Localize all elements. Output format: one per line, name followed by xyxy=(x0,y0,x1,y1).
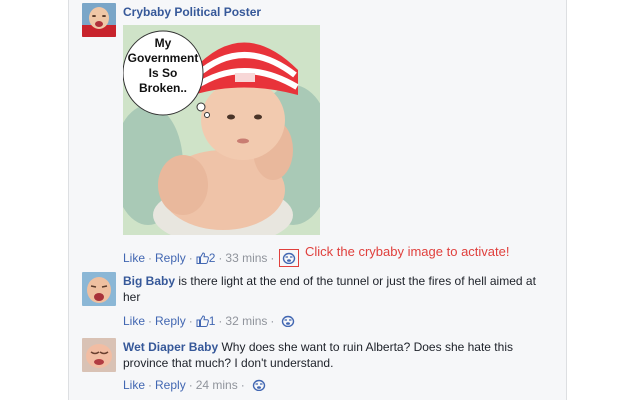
reply-link[interactable]: Reply xyxy=(155,314,186,328)
crybaby-button[interactable] xyxy=(279,313,297,329)
caption-line-4: Broken.. xyxy=(139,81,187,95)
comment-body: Big Baby is there light at the end of th… xyxy=(123,273,543,305)
page-background-right xyxy=(567,0,640,400)
reply-link[interactable]: Reply xyxy=(155,378,186,392)
separator-dot: · xyxy=(270,314,275,328)
crybaby-photo[interactable]: My Government Is So Broken.. xyxy=(123,25,320,235)
comment-text-line-2: province that much? I don't understand. xyxy=(123,356,334,370)
separator-dot: · xyxy=(148,378,153,392)
comment-text-line-2: her xyxy=(123,290,141,304)
crybaby-face-icon xyxy=(283,252,296,264)
post-actions: Like · Reply · 2 · 33 mins · xyxy=(123,249,300,267)
like-link[interactable]: Like xyxy=(123,251,145,265)
like-count[interactable]: 1 xyxy=(196,314,216,328)
separator-dot: · xyxy=(188,314,193,328)
comment-text-line-1: Why does she want to ruin Alberta? Does … xyxy=(221,340,513,354)
separator-dot: · xyxy=(148,314,153,328)
activation-hint: Click the crybaby image to activate! xyxy=(305,244,510,259)
page-background-left xyxy=(0,0,68,400)
crybaby-face-icon xyxy=(252,379,265,391)
like-link[interactable]: Like xyxy=(123,378,145,392)
separator-dot: · xyxy=(188,378,193,392)
like-count-value: 2 xyxy=(208,251,216,265)
comment-actions: Like · Reply · 1 · 32 mins · xyxy=(123,313,297,329)
comment-text-line-1: is there light at the end of the tunnel … xyxy=(178,274,536,288)
thumbs-up-icon xyxy=(196,315,209,327)
poster-name[interactable]: Crybaby Political Poster xyxy=(123,5,261,19)
timestamp[interactable]: 32 mins xyxy=(225,314,267,328)
caption-line-1: My xyxy=(155,36,172,50)
commenter-name[interactable]: Big Baby xyxy=(123,274,175,288)
thumbs-up-icon xyxy=(196,252,209,264)
caption-line-2: Government xyxy=(128,51,199,65)
separator-dot: · xyxy=(148,251,153,265)
commenter-avatar[interactable] xyxy=(82,272,116,306)
crybaby-face-icon xyxy=(282,315,295,327)
like-count[interactable]: 2 xyxy=(196,251,216,265)
crybaby-button[interactable] xyxy=(250,377,268,393)
separator-dot: · xyxy=(240,378,245,392)
poster-avatar[interactable] xyxy=(82,3,116,37)
comment-actions: Like · Reply · 24 mins · xyxy=(123,377,268,393)
separator-dot: · xyxy=(270,251,275,265)
comment-body: Wet Diaper Baby Why does she want to rui… xyxy=(123,339,543,371)
separator-dot: · xyxy=(188,251,193,265)
reply-link[interactable]: Reply xyxy=(155,251,186,265)
like-link[interactable]: Like xyxy=(123,314,145,328)
caption-line-3: Is So xyxy=(149,66,178,80)
separator-dot: · xyxy=(218,251,223,265)
like-count-value: 1 xyxy=(208,314,216,328)
commenter-name[interactable]: Wet Diaper Baby xyxy=(123,340,218,354)
commenter-avatar[interactable] xyxy=(82,338,116,372)
separator-dot: · xyxy=(218,314,223,328)
timestamp[interactable]: 33 mins xyxy=(225,251,267,265)
timestamp[interactable]: 24 mins xyxy=(196,378,238,392)
crybaby-button[interactable] xyxy=(279,249,300,267)
